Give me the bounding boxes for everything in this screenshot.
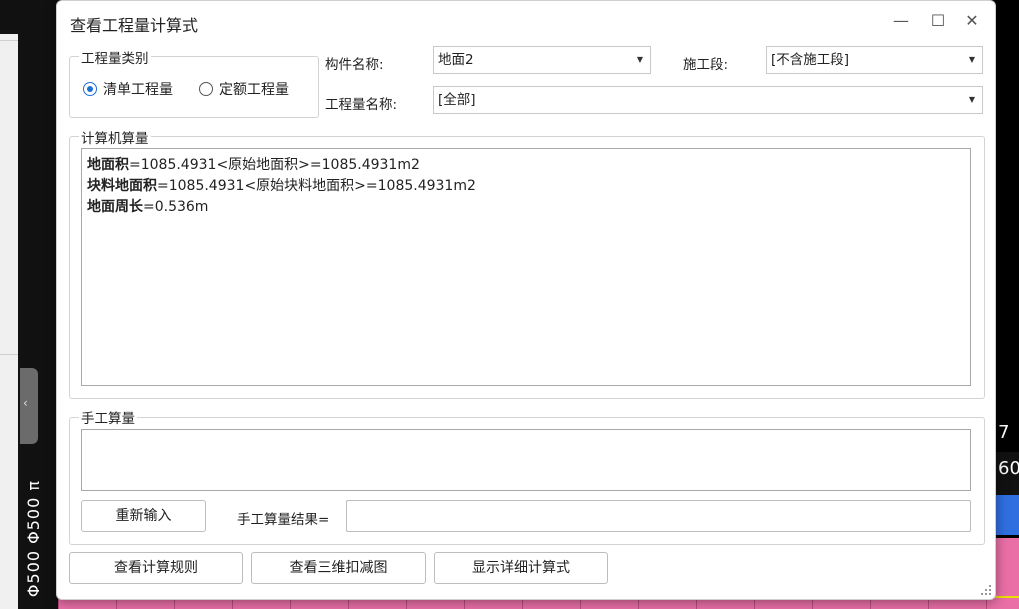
title-bar[interactable]: 查看工程量计算式 — ☐ ✕ — [57, 1, 995, 41]
computer-calc-text[interactable]: 地面积=1085.4931<原始地面积>=1085.4931m2 块料地面积=1… — [81, 148, 971, 386]
component-name-select[interactable]: 地面2 ▼ — [433, 46, 651, 74]
calc-line-name: 块料地面积 — [87, 178, 157, 194]
chevron-down-icon: ▼ — [968, 95, 975, 104]
radio-checked-icon — [83, 82, 97, 96]
calc-line: 地面积=1085.4931<原始地面积>=1085.4931m2 — [87, 155, 965, 176]
calc-line-expr: =1085.4931<原始块料地面积>=1085.4931m2 — [157, 178, 476, 194]
show-detail-formula-button[interactable]: 显示详细计算式 — [434, 552, 608, 584]
view-3d-deduction-button[interactable]: 查看三维扣减图 — [251, 552, 426, 584]
drawing-selection — [994, 495, 1019, 535]
quantity-name-value: [全部] — [438, 92, 476, 108]
calc-line-expr: =0.536m — [143, 199, 209, 215]
manual-calc-legend: 手工算量 — [79, 407, 137, 427]
computer-calc-legend: 计算机算量 — [79, 127, 151, 147]
close-button[interactable]: ✕ — [959, 9, 985, 33]
quantity-name-label: 工程量名称: — [325, 97, 398, 113]
maximize-button[interactable]: ☐ — [925, 9, 951, 33]
drawing-label: Φ500 Φ500 π — [24, 480, 43, 598]
dialog-title: 查看工程量计算式 — [70, 16, 199, 35]
minimize-button[interactable]: — — [888, 9, 914, 33]
drawing-number: 60 — [998, 458, 1019, 479]
category-legend: 工程量类别 — [79, 47, 151, 67]
calc-line-name: 地面周长 — [87, 199, 143, 215]
manual-calc-input[interactable] — [81, 429, 971, 491]
component-name-value: 地面2 — [438, 52, 474, 68]
quantity-name-select[interactable]: [全部] ▼ — [433, 86, 983, 114]
left-panel — [0, 34, 18, 609]
quantity-formula-dialog: 查看工程量计算式 — ☐ ✕ 工程量类别 清单工程量 定额工程量 构件名称: 地… — [56, 0, 996, 600]
drawing-number: 7 — [998, 422, 1010, 443]
chevron-left-icon: ‹ — [23, 396, 28, 410]
radio-quota-quantity[interactable]: 定额工程量 — [199, 79, 289, 99]
component-name-label: 构件名称: — [325, 57, 384, 73]
view-rules-button[interactable]: 查看计算规则 — [69, 552, 243, 584]
radio-bill-quantity[interactable]: 清单工程量 — [83, 79, 173, 99]
collapse-handle[interactable]: ‹ — [20, 368, 38, 444]
resize-grip-icon[interactable] — [981, 585, 991, 595]
reenter-button[interactable]: 重新输入 — [81, 500, 206, 532]
radio-label: 定额工程量 — [219, 82, 289, 98]
manual-result-label: 手工算量结果= — [237, 512, 330, 528]
radio-label: 清单工程量 — [103, 82, 173, 98]
calc-line-expr: =1085.4931<原始地面积>=1085.4931m2 — [129, 157, 420, 173]
manual-result-field[interactable] — [346, 500, 971, 532]
stage-label: 施工段: — [683, 57, 729, 73]
stage-select[interactable]: [不含施工段] ▼ — [766, 46, 983, 74]
calc-line: 块料地面积=1085.4931<原始块料地面积>=1085.4931m2 — [87, 176, 965, 197]
stage-value: [不含施工段] — [771, 52, 850, 68]
calc-line-name: 地面积 — [87, 157, 129, 173]
calc-line: 地面周长=0.536m — [87, 197, 965, 218]
chevron-down-icon: ▼ — [968, 55, 975, 64]
radio-unchecked-icon — [199, 82, 213, 96]
chevron-down-icon: ▼ — [636, 55, 643, 64]
